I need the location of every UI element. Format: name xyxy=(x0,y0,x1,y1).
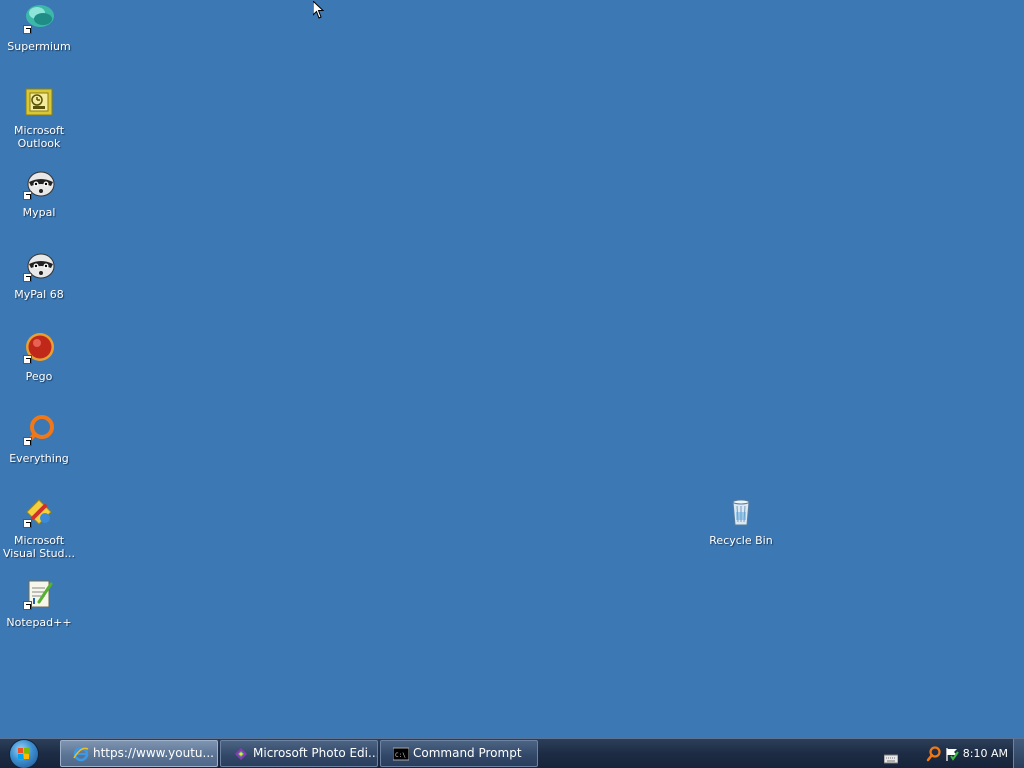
everything-icon xyxy=(23,414,55,446)
supermium-icon xyxy=(23,2,55,34)
desktop-icon-label: Microsoft Outlook xyxy=(13,124,65,150)
shortcut-arrow-icon xyxy=(23,25,32,34)
desktop-icon-everything[interactable]: Everything xyxy=(0,414,78,465)
desktop-icon-label: MyPal 68 xyxy=(14,288,64,301)
command-prompt-icon: C:\ xyxy=(392,746,410,762)
desktop-icon-label: Pego xyxy=(25,370,53,383)
shortcut-arrow-icon xyxy=(23,273,32,282)
desktop-icon-notepadpp[interactable]: Notepad++ xyxy=(0,578,78,629)
shortcut-arrow-icon xyxy=(23,355,32,364)
desktop-icon-label: Recycle Bin xyxy=(709,534,773,547)
taskbar-button-label: Command Prompt xyxy=(413,746,522,760)
photo-editor-icon xyxy=(233,746,249,762)
taskbar-button-photo-editor[interactable]: Microsoft Photo Edi... xyxy=(220,740,378,767)
keyboard-icon[interactable] xyxy=(883,749,899,764)
system-tray: 8:10 AM xyxy=(864,739,1024,768)
desktop-icon-label: Everything xyxy=(9,452,69,465)
taskbar-button-browser[interactable]: https://www.youtu... xyxy=(60,740,218,767)
desktop-icon-pego[interactable]: Pego xyxy=(0,332,78,383)
show-desktop-button[interactable] xyxy=(1013,739,1024,768)
desktop: Supermium Microsoft Outlook Mypal MyPal … xyxy=(0,0,1024,738)
desktop-icon-label: Mypal xyxy=(22,206,56,219)
desktop-icon-label: Notepad++ xyxy=(6,616,72,629)
windows-logo-icon xyxy=(18,748,30,760)
search-icon[interactable] xyxy=(926,746,942,762)
desktop-icon-mypal68[interactable]: MyPal 68 xyxy=(0,250,78,301)
recycle-bin-icon xyxy=(725,496,757,528)
desktop-icon-mypal[interactable]: Mypal xyxy=(0,168,78,219)
shortcut-arrow-icon xyxy=(23,601,32,610)
shortcut-arrow-icon xyxy=(23,437,32,446)
mypal-icon xyxy=(23,168,55,200)
mouse-cursor-icon xyxy=(312,0,325,19)
svg-text:C:\: C:\ xyxy=(395,752,406,759)
pego-icon xyxy=(23,332,55,364)
start-button[interactable] xyxy=(10,740,38,768)
taskbar-button-command-prompt[interactable]: C:\ Command Prompt xyxy=(380,740,538,767)
taskbar: https://www.youtu... Microsoft Photo Edi… xyxy=(0,738,1024,768)
desktop-icon-outlook[interactable]: Microsoft Outlook xyxy=(0,86,78,150)
taskbar-clock[interactable]: 8:10 AM xyxy=(963,739,1008,768)
desktop-icon-supermium[interactable]: Supermium xyxy=(0,2,78,53)
desktop-icon-recycle-bin[interactable]: Recycle Bin xyxy=(702,496,780,547)
desktop-icon-label: Supermium xyxy=(7,40,71,53)
desktop-icon-visual-studio[interactable]: Microsoft Visual Stud... xyxy=(0,496,78,560)
outlook-icon xyxy=(23,86,55,118)
mypal68-icon xyxy=(23,250,55,282)
notepadpp-icon xyxy=(23,578,55,610)
shortcut-arrow-icon xyxy=(23,191,32,200)
taskbar-button-label: Microsoft Photo Edi... xyxy=(253,746,378,760)
flag-icon[interactable] xyxy=(944,746,960,762)
internet-explorer-icon xyxy=(73,746,89,762)
visual-studio-icon xyxy=(23,496,55,528)
taskbar-button-label: https://www.youtu... xyxy=(93,746,214,760)
desktop-icon-label: Microsoft Visual Stud... xyxy=(2,534,76,560)
shortcut-arrow-icon xyxy=(23,519,32,528)
